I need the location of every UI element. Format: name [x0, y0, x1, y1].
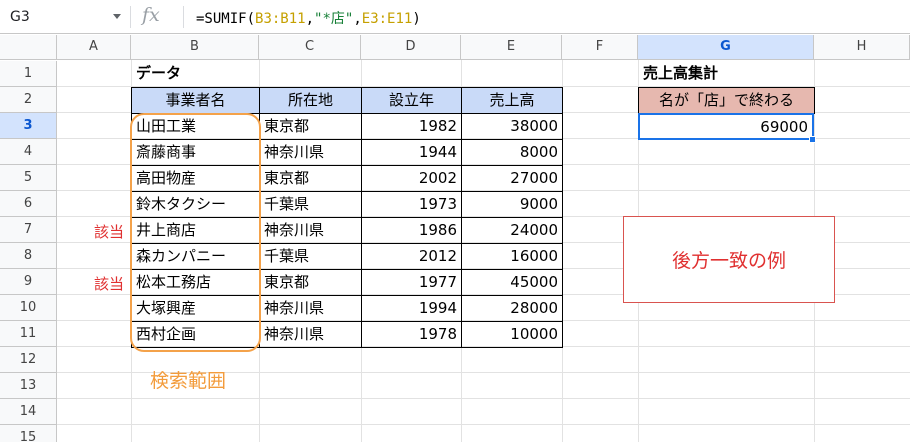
- row-header-5[interactable]: 5: [0, 165, 57, 191]
- table-title[interactable]: データ: [132, 61, 252, 87]
- table-header-cell[interactable]: 所在地: [259, 87, 362, 114]
- table-cell-year[interactable]: 1986: [361, 217, 462, 244]
- formula-comma: ,: [353, 11, 362, 27]
- table-cell-sales[interactable]: 8000: [461, 139, 563, 166]
- match-label: 該当: [94, 275, 125, 293]
- table-cell-sales[interactable]: 38000: [461, 113, 563, 140]
- table-cell-location[interactable]: 東京都: [259, 269, 362, 296]
- formula-bar: G3 fx =SUMIF(B3:B11,"*店",E3:E11): [0, 0, 910, 34]
- table-cell-sales[interactable]: 16000: [461, 243, 563, 270]
- fill-handle[interactable]: [809, 136, 816, 143]
- table-cell-sales[interactable]: 28000: [461, 295, 563, 322]
- formula-criteria-string: "*店": [314, 11, 354, 27]
- fx-icon: fx: [142, 4, 160, 26]
- table-cell-year[interactable]: 1978: [361, 321, 462, 348]
- formula-range-ref: B3:B11: [255, 11, 306, 27]
- table-cell-location[interactable]: 神奈川県: [259, 217, 362, 244]
- row-header-15[interactable]: 15: [0, 425, 57, 442]
- note-text: 後方一致の例: [671, 250, 786, 272]
- formula-suffix: ): [412, 11, 421, 27]
- table-cell-sales[interactable]: 45000: [461, 269, 563, 296]
- row-header-13[interactable]: 13: [0, 373, 57, 399]
- table-cell-year[interactable]: 2012: [361, 243, 462, 270]
- row-header-14[interactable]: 14: [0, 399, 57, 425]
- name-box-value: G3: [10, 9, 30, 25]
- table-cell-year[interactable]: 1977: [361, 269, 462, 296]
- table-cell-location[interactable]: 東京都: [259, 165, 362, 192]
- name-box[interactable]: G3: [0, 0, 130, 34]
- summary-title[interactable]: 売上高集計: [639, 61, 809, 87]
- table-cell-sales[interactable]: 27000: [461, 165, 563, 192]
- table-cell-year[interactable]: 1973: [361, 191, 462, 218]
- select-all-corner[interactable]: [0, 35, 57, 60]
- table-cell-sales[interactable]: 10000: [461, 321, 563, 348]
- table-header-cell[interactable]: 事業者名: [131, 87, 260, 114]
- table-cell-location[interactable]: 千葉県: [259, 243, 362, 270]
- formula-bar-separator: [130, 6, 131, 28]
- table-cell-year[interactable]: 1944: [361, 139, 462, 166]
- search-range-outline: [130, 113, 261, 352]
- table-header-cell[interactable]: 設立年: [361, 87, 462, 114]
- summary-result-cell[interactable]: 69000: [638, 113, 814, 140]
- row-header-7[interactable]: 7: [0, 217, 57, 243]
- row-header-2[interactable]: 2: [0, 87, 57, 113]
- formula-comma: ,: [305, 11, 315, 27]
- formula-input[interactable]: =SUMIF(B3:B11,"*店",E3:E11): [196, 8, 421, 28]
- column-header-f[interactable]: F: [562, 35, 638, 60]
- table-cell-sales[interactable]: 9000: [461, 191, 563, 218]
- column-header-e[interactable]: E: [461, 35, 562, 60]
- column-header-h[interactable]: H: [814, 35, 910, 60]
- table-cell-year[interactable]: 1994: [361, 295, 462, 322]
- row-header-11[interactable]: 11: [0, 321, 57, 347]
- row-header-8[interactable]: 8: [0, 243, 57, 269]
- table-cell-sales[interactable]: 24000: [461, 217, 563, 244]
- summary-condition-header[interactable]: 名が「店」で終わる: [638, 87, 815, 114]
- table-cell-year[interactable]: 1982: [361, 113, 462, 140]
- table-cell-location[interactable]: 神奈川県: [259, 139, 362, 166]
- column-header-a[interactable]: A: [57, 35, 131, 60]
- column-header-c[interactable]: C: [259, 35, 361, 60]
- search-range-label: 検索範囲: [150, 370, 227, 392]
- note-box: 後方一致の例: [623, 216, 835, 303]
- row-header-10[interactable]: 10: [0, 295, 57, 321]
- gridline: [57, 424, 910, 425]
- row-header-9[interactable]: 9: [0, 269, 57, 295]
- row-header-3[interactable]: 3: [0, 113, 57, 139]
- formula-sum-range-ref: E3:E11: [361, 11, 413, 27]
- column-header-g[interactable]: G: [638, 35, 814, 60]
- formula-bar-separator: [183, 6, 184, 28]
- gridline: [57, 398, 910, 399]
- column-header-d[interactable]: D: [361, 35, 461, 60]
- table-header-cell[interactable]: 売上高: [461, 87, 563, 114]
- formula-prefix: =SUMIF(: [196, 11, 256, 27]
- table-cell-location[interactable]: 神奈川県: [259, 295, 362, 322]
- row-header-12[interactable]: 12: [0, 347, 57, 373]
- row-header-6[interactable]: 6: [0, 191, 57, 217]
- match-label: 該当: [94, 223, 125, 241]
- table-cell-location[interactable]: 東京都: [259, 113, 362, 140]
- table-cell-location[interactable]: 千葉県: [259, 191, 362, 218]
- row-header-1[interactable]: 1: [0, 61, 57, 87]
- row-header-4[interactable]: 4: [0, 139, 57, 165]
- column-header-b[interactable]: B: [131, 35, 259, 60]
- table-cell-location[interactable]: 神奈川県: [259, 321, 362, 348]
- name-box-dropdown-icon[interactable]: [113, 14, 121, 19]
- table-cell-year[interactable]: 2002: [361, 165, 462, 192]
